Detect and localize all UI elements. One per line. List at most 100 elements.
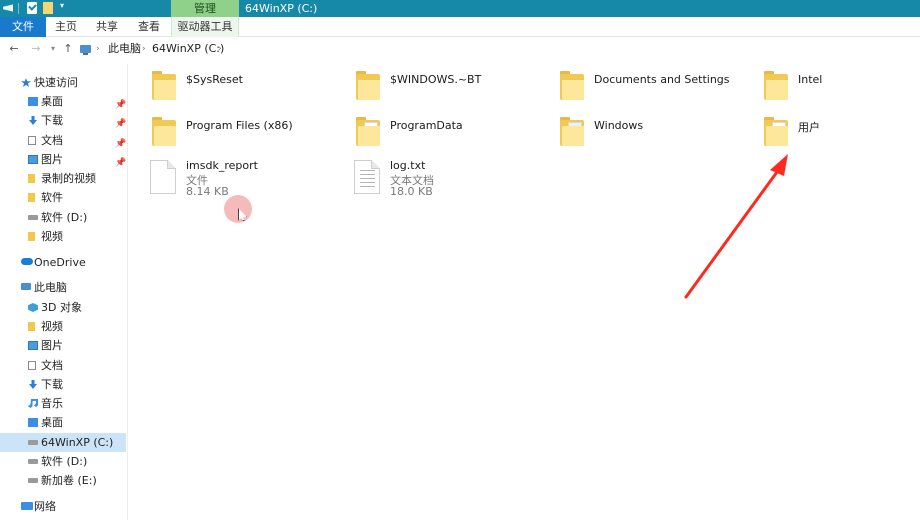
sidebar-item-software[interactable]: 软件 — [0, 188, 126, 207]
folder-icon — [150, 114, 178, 148]
sidebar-item-label: 新加卷 (E:) — [41, 474, 97, 487]
sidebar-item-label: 网络 — [34, 500, 56, 513]
sidebar-item-label: 音乐 — [41, 397, 63, 410]
drive-icon — [28, 478, 38, 483]
sidebar-item-drive-d[interactable]: 软件 (D:) — [0, 452, 126, 471]
sidebar-item-quick-access[interactable]: 快速访问 — [0, 73, 126, 92]
system-folder-icon — [558, 114, 586, 148]
breadcrumb-separator-icon[interactable]: › — [218, 41, 222, 57]
drive-icon — [28, 440, 38, 445]
quick-access-separator — [18, 3, 19, 14]
sidebar-item-videos[interactable]: 视频 — [0, 317, 126, 336]
sidebar-item-drive-d-quick[interactable]: 软件 (D:) — [0, 208, 126, 227]
sidebar-item-label: 文档 — [41, 134, 63, 147]
tab-drive-tools[interactable]: 驱动器工具 — [171, 17, 239, 37]
manage-context-tab-header: 管理 — [171, 0, 239, 17]
sidebar-item-label: 3D 对象 — [41, 301, 82, 314]
item-name: Documents and Settings — [594, 73, 730, 86]
sidebar-item-desktop-pc[interactable]: 桌面 — [0, 413, 126, 432]
up-arrow-icon[interactable]: ↑ — [62, 41, 74, 57]
sidebar-item-desktop[interactable]: 桌面 📌 — [0, 92, 126, 111]
breadcrumb-separator-icon[interactable]: › — [142, 41, 146, 57]
item-name: imsdk_report — [186, 159, 258, 172]
sidebar-item-recorded-videos[interactable]: 录制的视频 — [0, 169, 126, 188]
sidebar-item-label: 图片 — [41, 339, 63, 352]
sidebar-item-label: 下载 — [41, 114, 63, 127]
back-arrow-icon[interactable]: ← — [8, 41, 20, 57]
sidebar-item-label: 文档 — [41, 359, 63, 372]
forward-arrow-icon[interactable]: → — [30, 41, 42, 57]
ribbon-tabs: 文件 主页 共享 查看 驱动器工具 — [0, 17, 920, 37]
sidebar-item-label: 视频 — [41, 230, 63, 243]
tab-home[interactable]: 主页 — [46, 17, 86, 37]
tab-share[interactable]: 共享 — [86, 17, 128, 37]
folder-item-sysreset[interactable]: $SysReset — [150, 68, 340, 108]
sidebar-item-label: 下载 — [41, 378, 63, 391]
computer-icon — [21, 283, 31, 290]
sidebar-item-onedrive[interactable]: OneDrive — [0, 253, 126, 272]
sidebar-item-label: 桌面 — [41, 95, 63, 108]
sidebar-item-label: 视频 — [41, 320, 63, 333]
folder-icon — [28, 232, 35, 241]
sidebar-item-music[interactable]: 音乐 — [0, 394, 126, 413]
system-menu-icon[interactable] — [3, 4, 13, 12]
folder-item-users[interactable]: 用户 — [762, 114, 912, 154]
item-name: Windows — [594, 119, 644, 132]
sidebar-item-documents-pc[interactable]: 文档 — [0, 356, 126, 375]
folder-item-programdata[interactable]: ProgramData — [354, 114, 544, 154]
item-name: ProgramData — [390, 119, 463, 132]
breadcrumb-separator-icon[interactable]: › — [96, 41, 100, 57]
document-icon — [28, 361, 36, 370]
sidebar-item-label: 软件 — [41, 191, 63, 204]
tab-view[interactable]: 查看 — [128, 17, 170, 37]
sidebar-item-label: 软件 (D:) — [41, 455, 88, 468]
folder-item-windows[interactable]: Windows — [558, 114, 748, 154]
download-icon — [29, 380, 37, 389]
sidebar-item-documents[interactable]: 文档 📌 — [0, 131, 126, 150]
sidebar-item-downloads-pc[interactable]: 下载 — [0, 375, 126, 394]
drive-icon — [28, 459, 38, 464]
tab-file[interactable]: 文件 — [0, 17, 46, 37]
sidebar-item-label: 录制的视频 — [41, 172, 96, 185]
sidebar-item-network[interactable]: 网络 — [0, 497, 126, 516]
sidebar-item-3d-objects[interactable]: 3D 对象 — [0, 298, 126, 317]
folder-shortcut-icon — [558, 68, 586, 102]
window-title: 64WinXP (C:) — [245, 2, 318, 15]
this-pc-icon — [80, 45, 91, 55]
star-icon — [21, 78, 31, 87]
item-name: Program Files (x86) — [186, 119, 293, 132]
item-name: $WINDOWS.~BT — [390, 73, 482, 86]
file-list: $SysReset $WINDOWS.~BT Documents and Set… — [130, 60, 920, 520]
new-folder-icon[interactable] — [43, 2, 53, 14]
sidebar-item-this-pc[interactable]: 此电脑 — [0, 278, 126, 297]
item-name: log.txt — [390, 159, 426, 172]
cloud-icon — [21, 258, 33, 265]
recent-locations-chevron-down-icon[interactable]: ▾ — [48, 41, 58, 57]
sidebar-item-label: 此电脑 — [34, 281, 67, 294]
sidebar-item-drive-e[interactable]: 新加卷 (E:) — [0, 471, 126, 490]
sidebar-item-label: 快速访问 — [34, 76, 78, 89]
breadcrumb-this-pc[interactable]: 此电脑 — [108, 41, 141, 57]
file-item-imsdk-report[interactable]: imsdk_report 文件 8.14 KB — [150, 158, 340, 200]
sidebar-item-videos-quick[interactable]: 视频 — [0, 227, 126, 246]
navigation-pane: 快速访问 桌面 📌 下载 📌 文档 📌 图片 📌 录制的视频 软件 软件 (D:… — [0, 64, 128, 520]
folder-item-windows-bt[interactable]: $WINDOWS.~BT — [354, 68, 544, 108]
folder-item-intel[interactable]: Intel — [762, 68, 912, 108]
sidebar-item-drive-c[interactable]: 64WinXP (C:) — [0, 433, 126, 452]
folder-item-documents-and-settings[interactable]: Documents and Settings — [558, 68, 748, 108]
sidebar-item-pictures-pc[interactable]: 图片 — [0, 336, 126, 355]
breadcrumb-drive-c[interactable]: 64WinXP (C:) — [152, 41, 224, 57]
sidebar-item-pictures[interactable]: 图片 📌 — [0, 150, 126, 169]
3d-objects-icon — [28, 303, 38, 312]
document-icon — [28, 136, 36, 145]
music-icon — [28, 399, 38, 408]
folder-item-program-files-x86[interactable]: Program Files (x86) — [150, 114, 340, 154]
picture-icon — [28, 341, 38, 350]
sidebar-item-downloads[interactable]: 下载 📌 — [0, 111, 126, 130]
properties-check-icon[interactable] — [27, 2, 37, 14]
folder-icon — [28, 193, 35, 202]
file-item-log-txt[interactable]: log.txt 文本文档 18.0 KB — [354, 158, 544, 200]
customize-quick-access-chevron-down-icon[interactable]: ▾ — [60, 1, 68, 13]
sidebar-item-label: OneDrive — [34, 256, 86, 269]
sidebar-item-label: 软件 (D:) — [41, 211, 88, 224]
